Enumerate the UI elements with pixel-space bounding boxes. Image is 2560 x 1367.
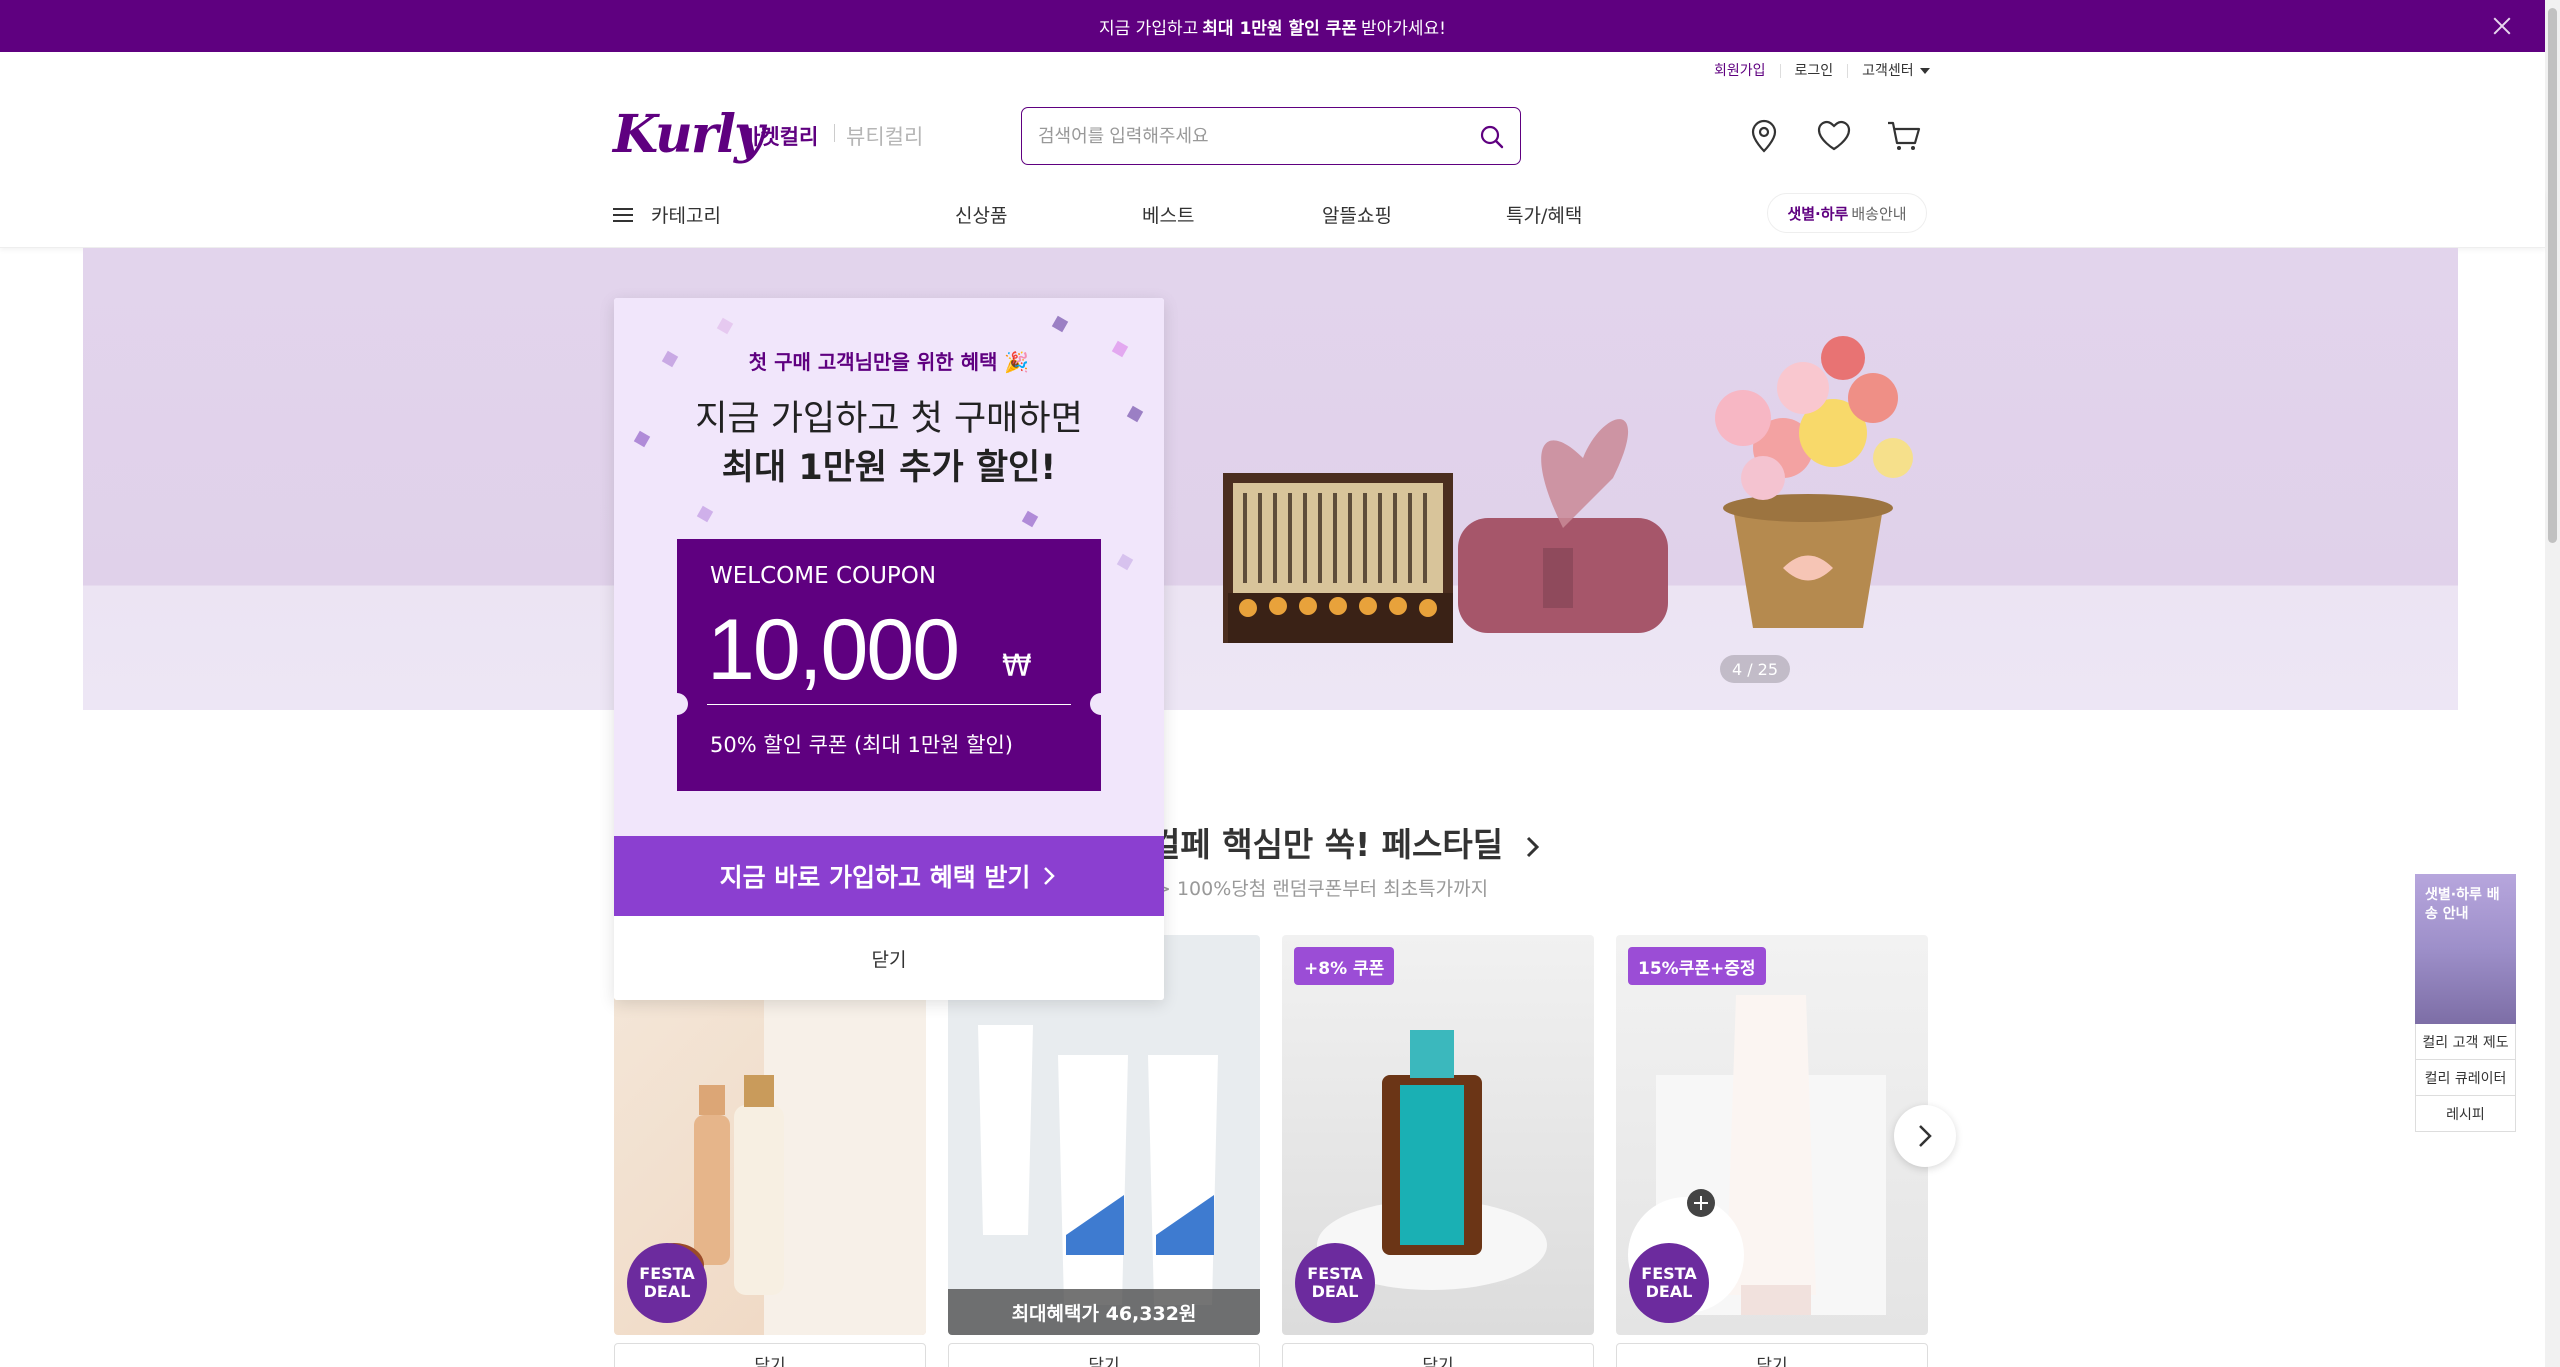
welcome-coupon: WELCOME COUPON 10,000 ₩ 50% 할인 쿠폰 (최대 1만… bbox=[666, 539, 1112, 791]
promo-text-bold: 최대 1만원 할인 쿠폰 bbox=[1202, 18, 1357, 39]
promo-text-after: 받아가세요! bbox=[1360, 18, 1446, 39]
banner-illustration bbox=[1223, 336, 1913, 643]
coupon-description: 50% 할인 쿠폰 (최대 1만원 할인) bbox=[710, 733, 1013, 757]
cart-label: 담기 bbox=[1088, 1355, 1120, 1367]
product-card[interactable]: +8% 쿠폰 FESTA DEAL bbox=[1282, 935, 1594, 1335]
cart-label: 담기 bbox=[754, 1355, 786, 1367]
signup-cta-button[interactable]: 지금 바로 가입하고 혜택 받기 bbox=[614, 836, 1164, 916]
add-to-cart-button[interactable]: 담기 bbox=[1282, 1343, 1594, 1367]
tab-beauty-kurly[interactable]: 뷰티컬리 bbox=[846, 121, 923, 151]
plus-icon[interactable] bbox=[1686, 1188, 1716, 1218]
side-link-membership[interactable]: 컬리 고객 제도 bbox=[2415, 1024, 2516, 1060]
page-scrollbar[interactable] bbox=[2545, 0, 2560, 1367]
caret-down-icon bbox=[1919, 68, 1930, 74]
delivery-info-button[interactable]: 샛별·하루 배송안내 bbox=[1767, 193, 1927, 233]
delivery-bold: 샛별·하루 bbox=[1787, 204, 1849, 223]
coupon-badge: 15%쿠폰+증정 bbox=[1628, 947, 1766, 985]
coupon-unit: ₩ bbox=[1002, 649, 1032, 684]
coupon-amount: 10,000 bbox=[707, 602, 960, 698]
signup-link[interactable]: 회원가입 bbox=[1700, 64, 1780, 78]
side-link-recipe[interactable]: 레시피 bbox=[2415, 1096, 2516, 1132]
add-to-cart-button[interactable]: 담기 bbox=[1616, 1343, 1928, 1367]
add-to-cart-button[interactable]: 담기 bbox=[948, 1343, 1260, 1367]
chevron-right-icon bbox=[1919, 1125, 1932, 1147]
cart-icon[interactable] bbox=[1884, 116, 1924, 156]
scrollbar-thumb[interactable] bbox=[2548, 8, 2557, 543]
cart-label: 담기 bbox=[1422, 1355, 1454, 1367]
tab-market-kurly[interactable]: 마켓컬리 bbox=[741, 121, 818, 151]
coupon-divider bbox=[707, 704, 1071, 705]
festa-deal-badge: FESTA DEAL bbox=[1295, 1243, 1375, 1323]
main-banner[interactable]: 4 / 25 bbox=[83, 248, 2458, 710]
cta-label: 지금 바로 가입하고 혜택 받기 bbox=[719, 863, 1031, 892]
confetti bbox=[696, 505, 714, 523]
nav-new[interactable]: 신상품 bbox=[955, 201, 1007, 228]
side-delivery-banner[interactable]: 샛별·하루 배송 안내 bbox=[2415, 874, 2516, 1024]
modal-close-button[interactable]: 닫기 bbox=[614, 916, 1164, 1000]
login-link[interactable]: 로그인 bbox=[1779, 64, 1848, 78]
support-label: 고객센터 bbox=[1862, 63, 1914, 79]
utility-links: 회원가입 로그인 고객센터 bbox=[1700, 64, 1944, 78]
nav-bargain[interactable]: 알뜰쇼핑 bbox=[1322, 201, 1392, 228]
search-icon[interactable] bbox=[1479, 124, 1505, 150]
coupon-notch bbox=[1090, 693, 1112, 715]
main-nav: 카테고리 신상품 베스트 알뜰쇼핑 특가/혜택 샛별·하루 배송안내 bbox=[0, 190, 2545, 248]
support-link[interactable]: 고객센터 bbox=[1847, 64, 1944, 78]
chevron-right-icon bbox=[1526, 836, 1539, 857]
modal-headline-2: 최대 1만원 추가 할인! bbox=[721, 448, 1057, 488]
category-label: 카테고리 bbox=[651, 205, 721, 227]
search-input[interactable] bbox=[1038, 122, 1458, 150]
confetti bbox=[1116, 553, 1134, 571]
max-benefit-label: 최대혜택가 46,332원 bbox=[948, 1289, 1260, 1335]
festa-deal-badge: FESTA DEAL bbox=[1629, 1243, 1709, 1323]
coupon-badge: +8% 쿠폰 bbox=[1294, 947, 1395, 985]
banner-counter: 4 / 25 bbox=[1720, 655, 1790, 683]
location-pin-icon[interactable] bbox=[1744, 116, 1784, 156]
side-link-curator[interactable]: 컬리 큐레이터 bbox=[2415, 1060, 2516, 1096]
chevron-right-icon bbox=[1044, 867, 1056, 885]
cart-label: 담기 bbox=[1756, 1355, 1788, 1367]
nav-special[interactable]: 특가/혜택 bbox=[1506, 201, 1582, 228]
section-title-text: 컬페 핵심만 쏙! 페스타딜 bbox=[1150, 825, 1504, 864]
nav-best[interactable]: 베스트 bbox=[1142, 201, 1194, 228]
promo-text-before: 지금 가입하고 bbox=[1099, 18, 1199, 39]
section-title[interactable]: 컬페 핵심만 쏙! 페스타딜 bbox=[1150, 818, 1543, 866]
modal-headline-1: 지금 가입하고 첫 구매하면 bbox=[695, 399, 1083, 439]
search-box bbox=[1021, 107, 1521, 165]
delivery-rest: 배송안내 bbox=[1851, 204, 1907, 223]
tab-divider bbox=[834, 124, 835, 142]
product-card[interactable]: 15%쿠폰+증정 FESTA DEAL bbox=[1616, 935, 1928, 1335]
category-menu[interactable]: 카테고리 bbox=[613, 201, 721, 228]
confetti bbox=[1021, 510, 1039, 528]
add-to-cart-button[interactable]: 담기 bbox=[614, 1343, 926, 1367]
modal-subtitle: 첫 구매 고객님만을 위한 혜택 🎉 bbox=[748, 350, 1030, 374]
section-subtitle: > 100%당첨 랜덤쿠폰부터 최초특가까지 bbox=[1155, 878, 1489, 900]
coupon-notch bbox=[666, 693, 688, 715]
coupon-label: WELCOME COUPON bbox=[710, 563, 937, 589]
side-banner-text: 샛별·하루 배송 안내 bbox=[2425, 887, 2500, 922]
modal-content: 첫 구매 고객님만을 위한 혜택 🎉 지금 가입하고 첫 구매하면 최대 1만원… bbox=[614, 298, 1164, 836]
promo-bar: 지금 가입하고 최대 1만원 할인 쿠폰 받아가세요! bbox=[0, 0, 2545, 52]
confetti bbox=[716, 317, 734, 335]
heart-icon[interactable] bbox=[1814, 116, 1854, 156]
hamburger-icon bbox=[613, 207, 635, 223]
festa-deal-badge: FESTA DEAL bbox=[627, 1243, 707, 1323]
carousel-next-button[interactable] bbox=[1894, 1105, 1956, 1167]
confetti bbox=[1051, 315, 1069, 333]
kurly-logo[interactable]: Kurly bbox=[613, 104, 764, 165]
side-widget: 샛별·하루 배송 안내 컬리 고객 제도 컬리 큐레이터 레시피 bbox=[2415, 874, 2516, 1132]
close-icon[interactable] bbox=[2489, 13, 2515, 39]
welcome-coupon-modal: 첫 구매 고객님만을 위한 혜택 🎉 지금 가입하고 첫 구매하면 최대 1만원… bbox=[614, 298, 1164, 1000]
